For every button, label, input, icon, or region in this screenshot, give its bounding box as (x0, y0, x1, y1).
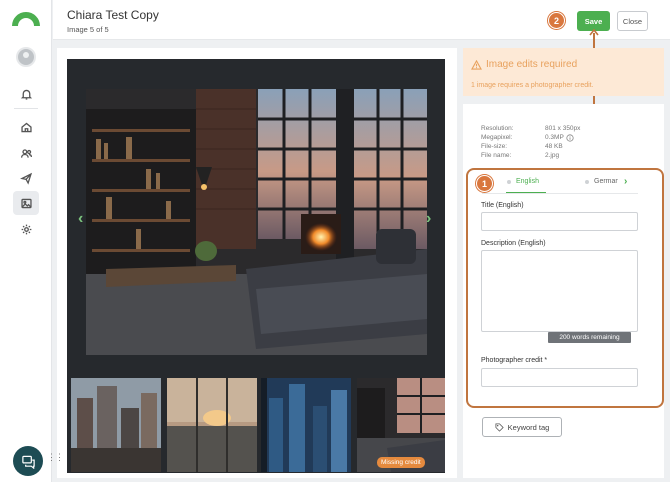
resolution-value: 801 x 350px (545, 125, 581, 132)
thumbnail-3[interactable] (261, 378, 351, 472)
megapixel-value: 0.3MP (545, 134, 564, 141)
users-icon[interactable] (13, 141, 39, 165)
filesize-label: File-size: (481, 143, 508, 150)
words-remaining-counter: 200 words remaining (548, 332, 631, 343)
thumbnail-2[interactable] (167, 378, 257, 472)
chat-icon (21, 455, 35, 469)
step-1-badge: 1 (476, 175, 493, 192)
drag-handle-icon[interactable]: ⋮⋮ (47, 453, 64, 462)
step-2-badge: 2 (548, 12, 565, 29)
connector-arrowhead (589, 29, 599, 36)
title-label: Title (English) (481, 202, 524, 209)
prev-image-chevron-left-icon[interactable]: ‹ (78, 210, 83, 228)
alert-title: Image edits required (486, 59, 578, 70)
tab-english[interactable]: English (516, 178, 539, 185)
resolution-label: Resolution: (481, 125, 514, 132)
filesize-value: 48 KB (545, 143, 563, 150)
photographer-credit-input[interactable] (481, 368, 638, 387)
keyword-tag-button[interactable]: Keyword tag (482, 417, 562, 437)
tabs-divider (482, 193, 638, 194)
tab-dot-english (507, 180, 511, 184)
thumbnail-1[interactable] (71, 378, 161, 472)
main-image (86, 89, 427, 355)
send-icon[interactable] (13, 166, 39, 190)
bell-icon[interactable] (13, 82, 39, 106)
tab-dot-german (585, 180, 589, 184)
missing-credit-badge: Missing credit (377, 457, 425, 468)
home-icon[interactable] (13, 115, 39, 139)
info-icon[interactable] (566, 133, 574, 142)
chat-button[interactable] (13, 446, 43, 476)
image-edits-alert: Image edits required 1 image requires a … (463, 48, 664, 96)
page-title: Chiara Test Copy (67, 8, 159, 22)
description-textarea[interactable] (481, 250, 638, 332)
tab-german[interactable]: German (594, 178, 619, 185)
left-rail (0, 0, 52, 482)
next-image-chevron-right-icon[interactable]: › (426, 210, 431, 228)
alert-message: 1 image requires a photographer credit. (471, 82, 594, 89)
image-counter: Image 5 of 5 (67, 25, 109, 34)
keyword-tag-label: Keyword tag (507, 422, 550, 432)
alert-title-row: Image edits required (471, 59, 577, 70)
filename-value: 2.jpg (545, 152, 560, 159)
photographer-credit-label: Photographer credit * (481, 357, 548, 364)
filename-label: File name: (481, 152, 512, 159)
logo[interactable] (12, 12, 40, 26)
megapixel-label: Megapixel: (481, 134, 513, 141)
title-input[interactable] (481, 212, 638, 231)
warning-icon (471, 59, 482, 70)
tabs-next-chevron-right-icon[interactable]: › (624, 176, 627, 187)
description-label: Description (English) (481, 240, 546, 247)
save-button[interactable]: Save (577, 11, 610, 31)
rail-divider (14, 108, 38, 109)
gear-icon[interactable] (13, 217, 39, 241)
avatar[interactable] (16, 47, 36, 67)
image-metadata: Resolution: 801 x 350px Megapixel: 0.3MP F… (481, 124, 580, 160)
image-icon[interactable] (13, 191, 39, 215)
tag-icon (495, 422, 504, 432)
close-button[interactable]: Close (617, 11, 648, 31)
